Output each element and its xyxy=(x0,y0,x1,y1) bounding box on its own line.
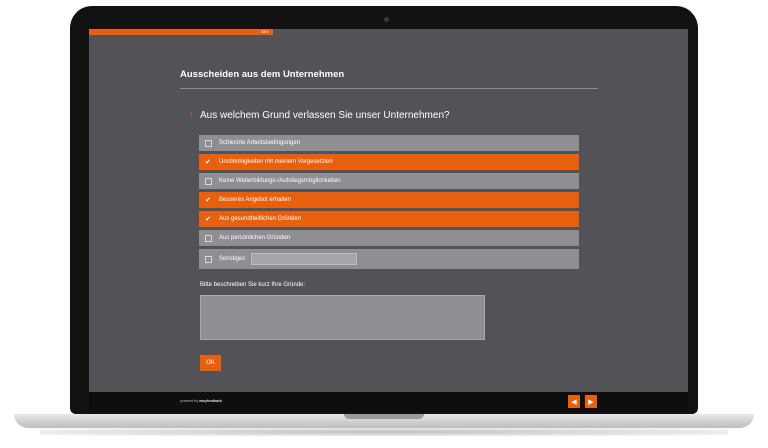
progress-label: 33% xyxy=(260,29,269,34)
option-row[interactable]: Keine Weiterbildungs-/Aufstiegsmöglichke… xyxy=(199,173,579,189)
other-text-input[interactable] xyxy=(251,253,358,265)
empty-checkbox-icon xyxy=(204,139,212,147)
checkbox[interactable] xyxy=(199,135,217,151)
option-label: Unstimmigkeiten mit meinem Vorgesetzten xyxy=(219,159,333,165)
option-row[interactable]: Schlechte Arbeitsbedingungen xyxy=(199,135,579,151)
checkbox[interactable]: ✔ xyxy=(199,154,217,170)
next-page-button[interactable]: ▶ xyxy=(585,395,597,408)
empty-checkbox-icon xyxy=(204,255,212,263)
laptop-notch xyxy=(344,414,424,419)
checkmark-icon: ✔ xyxy=(205,158,211,166)
comment-label: Bitte beschreiben Sie kurz Ihre Gründe: xyxy=(200,282,306,288)
option-label: Besseres Angebot erhalten xyxy=(219,197,292,203)
empty-checkbox-icon xyxy=(204,234,212,242)
brand-name: easyfeedback xyxy=(199,399,223,403)
option-row[interactable]: ✔ Besseres Angebot erhalten xyxy=(199,192,579,208)
ok-button[interactable]: OK xyxy=(200,355,221,371)
powered-prefix: powered by xyxy=(180,399,199,403)
required-marker: ! xyxy=(190,111,193,120)
arrow-left-icon: ◀ xyxy=(571,398,577,406)
empty-checkbox-icon xyxy=(204,177,212,185)
option-label: Keine Weiterbildungs-/Aufstiegsmöglichke… xyxy=(219,178,341,184)
section-title: Ausscheiden aus dem Unternehmen xyxy=(180,69,345,80)
answer-options: Schlechte Arbeitsbedingungen ✔ Unstimmig… xyxy=(199,135,579,272)
option-row[interactable]: Aus persönlichen Gründen xyxy=(199,230,579,246)
option-row-other[interactable]: Sonstiges xyxy=(199,249,579,269)
previous-page-button[interactable]: ◀ xyxy=(568,395,580,408)
checkbox[interactable] xyxy=(199,230,217,246)
option-label: Sonstiges xyxy=(219,256,246,262)
arrow-right-icon: ▶ xyxy=(588,398,594,406)
footer-bar: powered by easyfeedback ◀ ▶ xyxy=(89,392,688,412)
option-label: Aus gesundheitlichen Gründen xyxy=(219,216,302,222)
camera-icon xyxy=(384,17,389,22)
comment-textarea[interactable] xyxy=(200,295,485,340)
checkbox[interactable]: ✔ xyxy=(199,211,217,227)
powered-by: powered by easyfeedback xyxy=(180,399,222,403)
checkbox[interactable] xyxy=(199,173,217,189)
laptop-shadow xyxy=(40,428,728,436)
option-label: Schlechte Arbeitsbedingungen xyxy=(219,140,301,146)
checkbox[interactable]: ✔ xyxy=(199,192,217,208)
option-label: Aus persönlichen Gründen xyxy=(219,235,291,241)
title-divider xyxy=(180,88,598,89)
survey-screen: 33% Ausscheiden aus dem Unternehmen ! Au… xyxy=(89,29,688,412)
checkmark-icon: ✔ xyxy=(205,215,211,223)
checkbox[interactable] xyxy=(199,249,217,269)
option-row[interactable]: ✔ Unstimmigkeiten mit meinem Vorgesetzte… xyxy=(199,154,579,170)
option-row[interactable]: ✔ Aus gesundheitlichen Gründen xyxy=(199,211,579,227)
progress-bar: 33% xyxy=(89,29,273,35)
checkmark-icon: ✔ xyxy=(205,196,211,204)
question-text: Aus welchem Grund verlassen Sie unser Un… xyxy=(200,110,450,121)
